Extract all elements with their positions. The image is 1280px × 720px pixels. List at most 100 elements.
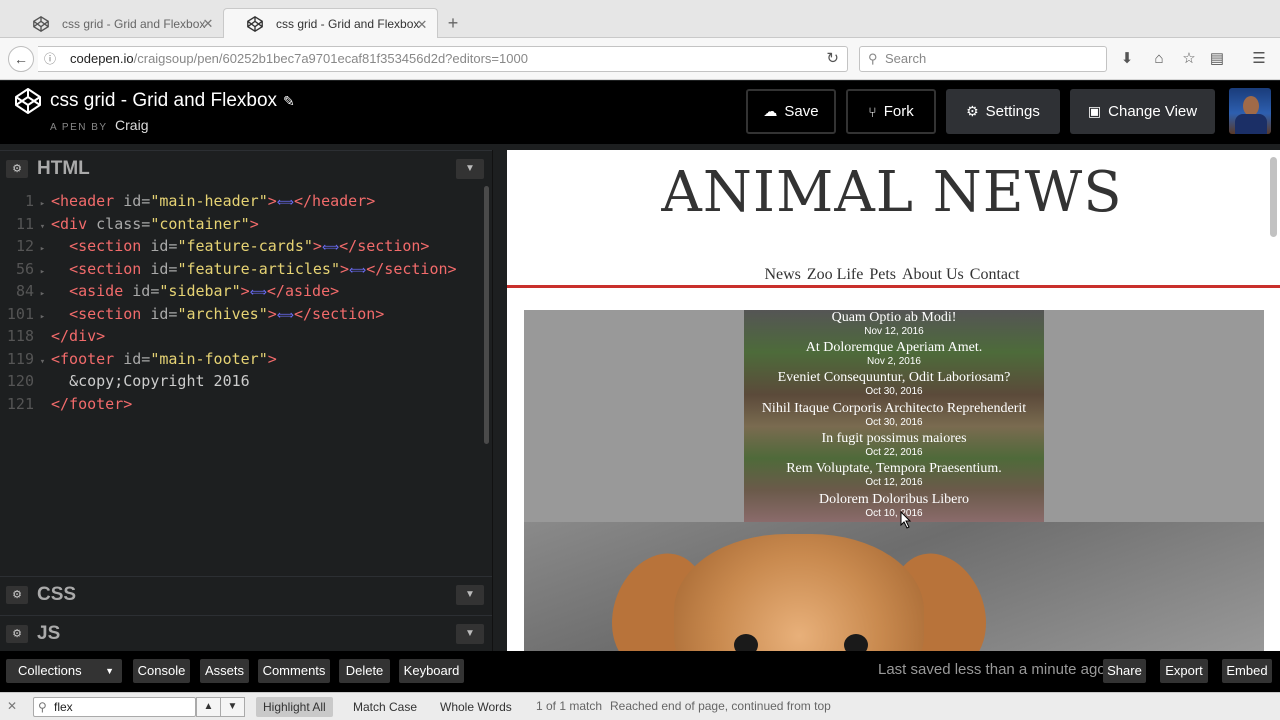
collections-dropdown[interactable]: Collections ▼ bbox=[6, 659, 122, 683]
preview-scrollbar[interactable] bbox=[1270, 157, 1277, 237]
code-line[interactable]: 12 ▸ <section id="feature-cards">⟺</secti… bbox=[0, 235, 490, 257]
code-line[interactable]: 56 ▸ <section id="feature-articles">⟺</se… bbox=[0, 258, 490, 280]
whole-words-toggle[interactable]: Whole Words bbox=[433, 697, 519, 717]
reload-icon[interactable]: ↻ bbox=[826, 47, 839, 71]
codepen-favicon-icon bbox=[33, 15, 49, 32]
nav-link-pets[interactable]: Pets bbox=[869, 266, 896, 283]
css-panel-header[interactable]: ⚙ CSS ▼ bbox=[0, 576, 492, 610]
html-code-editor[interactable]: 1 ▸ <header id="main-header">⟺</header> 11 ▾… bbox=[0, 186, 492, 573]
code-line[interactable]: 84 ▸ <aside id="sidebar">⟺</aside> bbox=[0, 280, 490, 302]
code-line[interactable]: 101 ▸ <section id="archives">⟺</section> bbox=[0, 303, 490, 325]
code-line[interactable]: 1 ▸ <header id="main-header">⟺</header> bbox=[0, 190, 490, 212]
code-token: > bbox=[267, 192, 277, 210]
url-text: codepen.io/craigsoup/pen/60252b1bec7a970… bbox=[70, 47, 528, 71]
browser-tab-1[interactable]: css grid - Grid and Flexbox ✕ bbox=[10, 8, 223, 39]
embed-button[interactable]: Embed bbox=[1222, 659, 1272, 683]
code-line[interactable]: 119 ▾ <footer id="main-footer"> bbox=[0, 348, 490, 370]
codepen-logo-icon[interactable] bbox=[14, 87, 42, 115]
back-arrow-icon[interactable]: ← bbox=[8, 46, 34, 72]
address-bar[interactable]: ⓘ codepen.io/craigsoup/pen/60252b1bec7a9… bbox=[38, 46, 848, 72]
code-scrollbar[interactable] bbox=[484, 186, 489, 444]
code-line[interactable]: 11 ▾ <div class="container"> bbox=[0, 213, 490, 235]
search-input[interactable]: ⚲ Search bbox=[859, 46, 1107, 72]
site-title: ANIMAL NEWS bbox=[661, 160, 1123, 225]
match-case-toggle[interactable]: Match Case bbox=[346, 697, 424, 717]
gear-icon[interactable]: ⚙ bbox=[6, 160, 28, 178]
folded-widget-icon[interactable]: ⟺ bbox=[322, 240, 339, 254]
preview-pane[interactable]: ANIMAL NEWS News Zoo Life Pets About Us … bbox=[507, 150, 1280, 651]
chevron-down-icon[interactable]: ▼ bbox=[456, 624, 484, 644]
find-previous-button[interactable]: ▲ bbox=[196, 697, 221, 717]
gear-icon: ⚙ bbox=[966, 103, 979, 119]
share-button[interactable]: Share bbox=[1103, 659, 1146, 683]
find-input[interactable]: ⚲ flex bbox=[33, 697, 196, 717]
code-token: </section> bbox=[293, 304, 385, 323]
close-tab-icon[interactable]: ✕ bbox=[415, 17, 429, 33]
nav-link-zoo-life[interactable]: Zoo Life bbox=[807, 266, 863, 283]
hamburger-menu-icon[interactable]: ☰ bbox=[1250, 50, 1268, 68]
code-line[interactable]: 120 &copy;Copyright 2016 bbox=[0, 370, 490, 392]
folded-widget-icon[interactable]: ⟺ bbox=[349, 263, 366, 277]
export-button[interactable]: Export bbox=[1160, 659, 1208, 683]
feature-card[interactable]: Rem Voluptate, Tempora Praesentium. Oct 1… bbox=[744, 461, 1044, 489]
user-avatar[interactable] bbox=[1229, 88, 1271, 134]
nav-link-about-us[interactable]: About Us bbox=[902, 266, 964, 283]
change-view-button[interactable]: ▣ Change View bbox=[1070, 89, 1215, 134]
new-tab-icon[interactable]: + bbox=[444, 14, 462, 32]
comments-button[interactable]: Comments bbox=[258, 659, 330, 683]
nav-link-news[interactable]: News bbox=[764, 266, 800, 283]
save-button[interactable]: ☁ Save bbox=[746, 89, 836, 134]
delete-button[interactable]: Delete bbox=[339, 659, 390, 683]
feature-card[interactable]: Eveniet Consequuntur, Odit Laboriosam? Oc… bbox=[744, 370, 1044, 398]
assets-button[interactable]: Assets bbox=[200, 659, 249, 683]
editor-column: ⚙ HTML ▼ 1 ▸ <header id="main-header">⟺</h… bbox=[0, 150, 494, 651]
feature-cards-list: Quam Optio ab Modi! Nov 12, 2016 At Dolor… bbox=[744, 310, 1044, 522]
pencil-icon[interactable]: ✎ bbox=[283, 93, 295, 109]
code-line[interactable]: 121 </footer> bbox=[0, 393, 490, 415]
settings-button[interactable]: ⚙ Settings bbox=[946, 89, 1060, 134]
info-icon[interactable]: ⓘ bbox=[44, 47, 58, 71]
reading-list-icon[interactable]: ▤ bbox=[1208, 50, 1226, 68]
search-icon: ⚲ bbox=[868, 51, 878, 66]
find-next-button[interactable]: ▼ bbox=[220, 697, 245, 717]
gear-icon[interactable]: ⚙ bbox=[6, 625, 28, 643]
close-icon[interactable]: ✕ bbox=[7, 699, 17, 713]
bookmark-star-icon[interactable]: ☆ bbox=[1180, 50, 1198, 68]
download-icon[interactable]: ⬇ bbox=[1118, 50, 1136, 68]
code-line[interactable]: 118 </div> bbox=[0, 325, 490, 347]
code-token: </aside> bbox=[266, 282, 340, 300]
code-token: "main-header" bbox=[150, 192, 268, 210]
close-tab-icon[interactable]: ✕ bbox=[201, 16, 215, 32]
chevron-down-icon[interactable]: ▼ bbox=[456, 585, 484, 605]
mouse-cursor-icon bbox=[900, 511, 912, 529]
card-date: Oct 30, 2016 bbox=[865, 386, 923, 397]
folded-widget-icon[interactable]: ⟺ bbox=[250, 285, 267, 299]
feature-card[interactable]: In fugit possimus maiores Oct 22, 2016 bbox=[744, 431, 1044, 459]
folded-widget-icon[interactable]: ⟺ bbox=[277, 308, 294, 322]
fork-button[interactable]: ⑂ Fork bbox=[846, 89, 936, 134]
nav-link-contact[interactable]: Contact bbox=[970, 266, 1020, 283]
code-token: "feature-cards" bbox=[177, 237, 313, 255]
home-icon[interactable]: ⌂ bbox=[1150, 50, 1168, 68]
pen-title[interactable]: css grid - Grid and Flexbox ✎ bbox=[50, 90, 295, 112]
gear-icon[interactable]: ⚙ bbox=[6, 586, 28, 604]
feature-card[interactable]: Dolorem Doloribus Libero Oct 10, 2016 bbox=[744, 492, 1044, 520]
code-token: > bbox=[312, 237, 322, 255]
feature-card[interactable]: Nihil Itaque Corporis Architecto Reprehe… bbox=[744, 401, 1044, 429]
resize-divider[interactable] bbox=[492, 150, 507, 651]
js-panel-header[interactable]: ⚙ JS ▼ bbox=[0, 615, 492, 649]
feature-card[interactable]: Quam Optio ab Modi! Nov 12, 2016 bbox=[744, 310, 1044, 338]
author-link[interactable]: Craig bbox=[115, 117, 148, 133]
keyboard-button[interactable]: Keyboard bbox=[399, 659, 464, 683]
line-number: 56 bbox=[15, 259, 34, 278]
folded-widget-icon[interactable]: ⟺ bbox=[277, 195, 294, 209]
line-number: 120 bbox=[6, 372, 34, 390]
chevron-down-icon[interactable]: ▼ bbox=[456, 159, 484, 179]
feature-card[interactable]: At Doloremque Aperiam Amet. Nov 2, 2016 bbox=[744, 340, 1044, 368]
line-number: 11 bbox=[15, 214, 34, 233]
browser-tab-2-active[interactable]: css grid - Grid and Flexbox ✕ bbox=[223, 8, 438, 39]
highlight-all-toggle[interactable]: Highlight All bbox=[256, 697, 333, 717]
console-button[interactable]: Console bbox=[133, 659, 190, 683]
html-panel-header[interactable]: ⚙ HTML ▼ bbox=[0, 150, 492, 184]
